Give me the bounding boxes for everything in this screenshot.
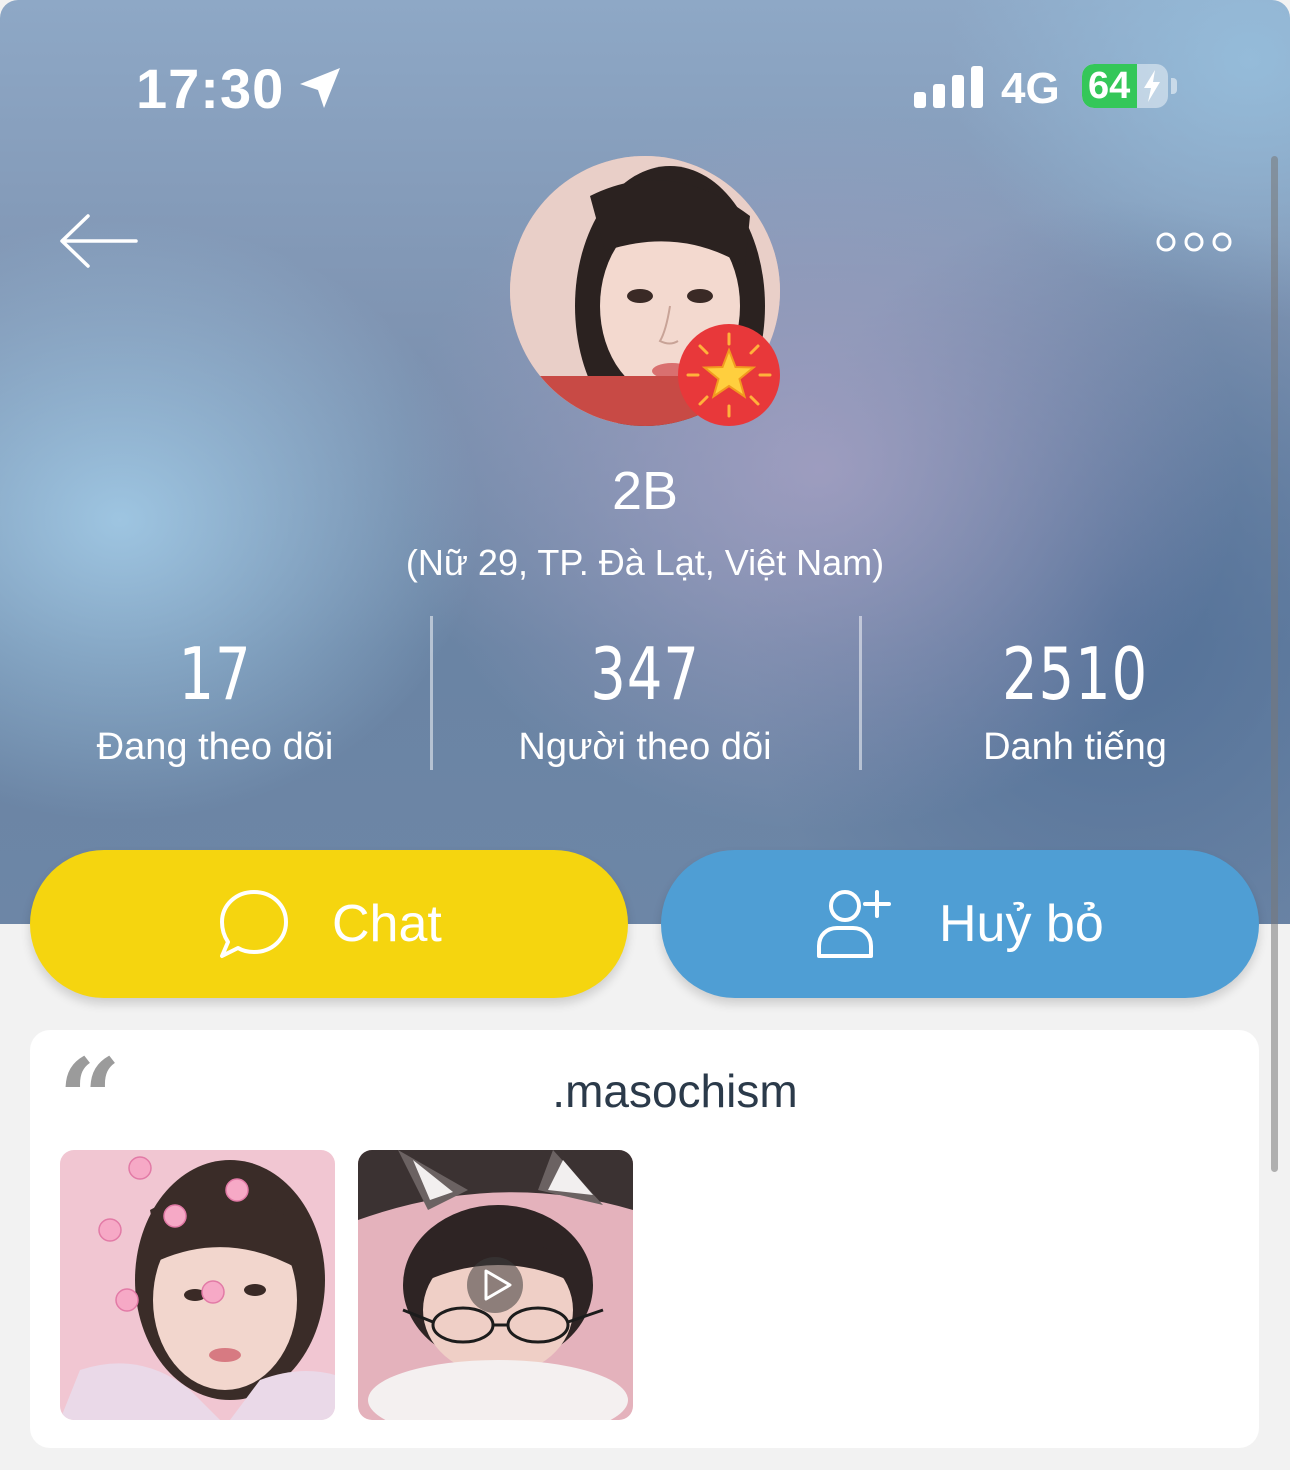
stat-following-label: Đang theo dõi (96, 726, 334, 768)
stat-reputation-label: Danh tiếng (983, 726, 1167, 768)
stat-following[interactable]: 17 Đang theo dõi (0, 616, 430, 770)
arrow-left-icon (60, 214, 138, 268)
back-button[interactable] (56, 208, 142, 274)
add-user-icon (817, 890, 891, 958)
status-bar: 17:30 4G 64 (0, 0, 1290, 180)
battery-charging-icon: 64 (1082, 64, 1168, 108)
bio-text: .masochism (552, 1065, 798, 1117)
chat-bubble-icon (220, 890, 288, 958)
star-badge-icon (678, 324, 780, 426)
stat-following-value: 17 (178, 632, 252, 716)
chat-button[interactable]: Chat (30, 850, 628, 998)
more-options-button[interactable] (1152, 222, 1236, 262)
location-arrow-icon (300, 68, 340, 108)
charging-bolt-icon (1144, 70, 1160, 102)
battery-percent: 64 (1088, 65, 1131, 107)
status-time: 17:30 (136, 57, 285, 120)
cancel-follow-button[interactable]: Huỷ bỏ (661, 850, 1259, 998)
signal-bars-icon (914, 66, 983, 108)
video-image (358, 1150, 633, 1420)
profile-info: (Nữ 29, TP. Đà Lạt, Việt Nam) (405, 542, 885, 583)
photo-thumbnail[interactable] (60, 1150, 335, 1420)
chat-button-label: Chat (332, 895, 442, 953)
stats-row: 17 Đang theo dõi 347 Người theo dõi 2510… (0, 616, 1290, 770)
stat-followers-value: 347 (590, 632, 700, 716)
more-dots-icon (1156, 232, 1232, 252)
video-thumbnail[interactable] (358, 1150, 633, 1420)
stat-reputation[interactable]: 2510 Danh tiếng (860, 616, 1290, 770)
profile-name: 2B (611, 461, 679, 521)
network-type: 4G (1001, 64, 1060, 113)
scrollbar[interactable] (1271, 156, 1278, 1172)
battery-cap (1171, 78, 1177, 94)
stat-followers-label: Người theo dõi (518, 726, 772, 768)
stat-followers[interactable]: 347 Người theo dõi (430, 616, 860, 770)
photo-image (60, 1150, 335, 1420)
profile-screen: 17:30 4G 64 2B (Nữ 29, TP. Đà Lạt, Việt … (0, 0, 1290, 1470)
stat-reputation-value: 2510 (1001, 632, 1149, 716)
cancel-follow-label: Huỷ bỏ (939, 895, 1104, 953)
